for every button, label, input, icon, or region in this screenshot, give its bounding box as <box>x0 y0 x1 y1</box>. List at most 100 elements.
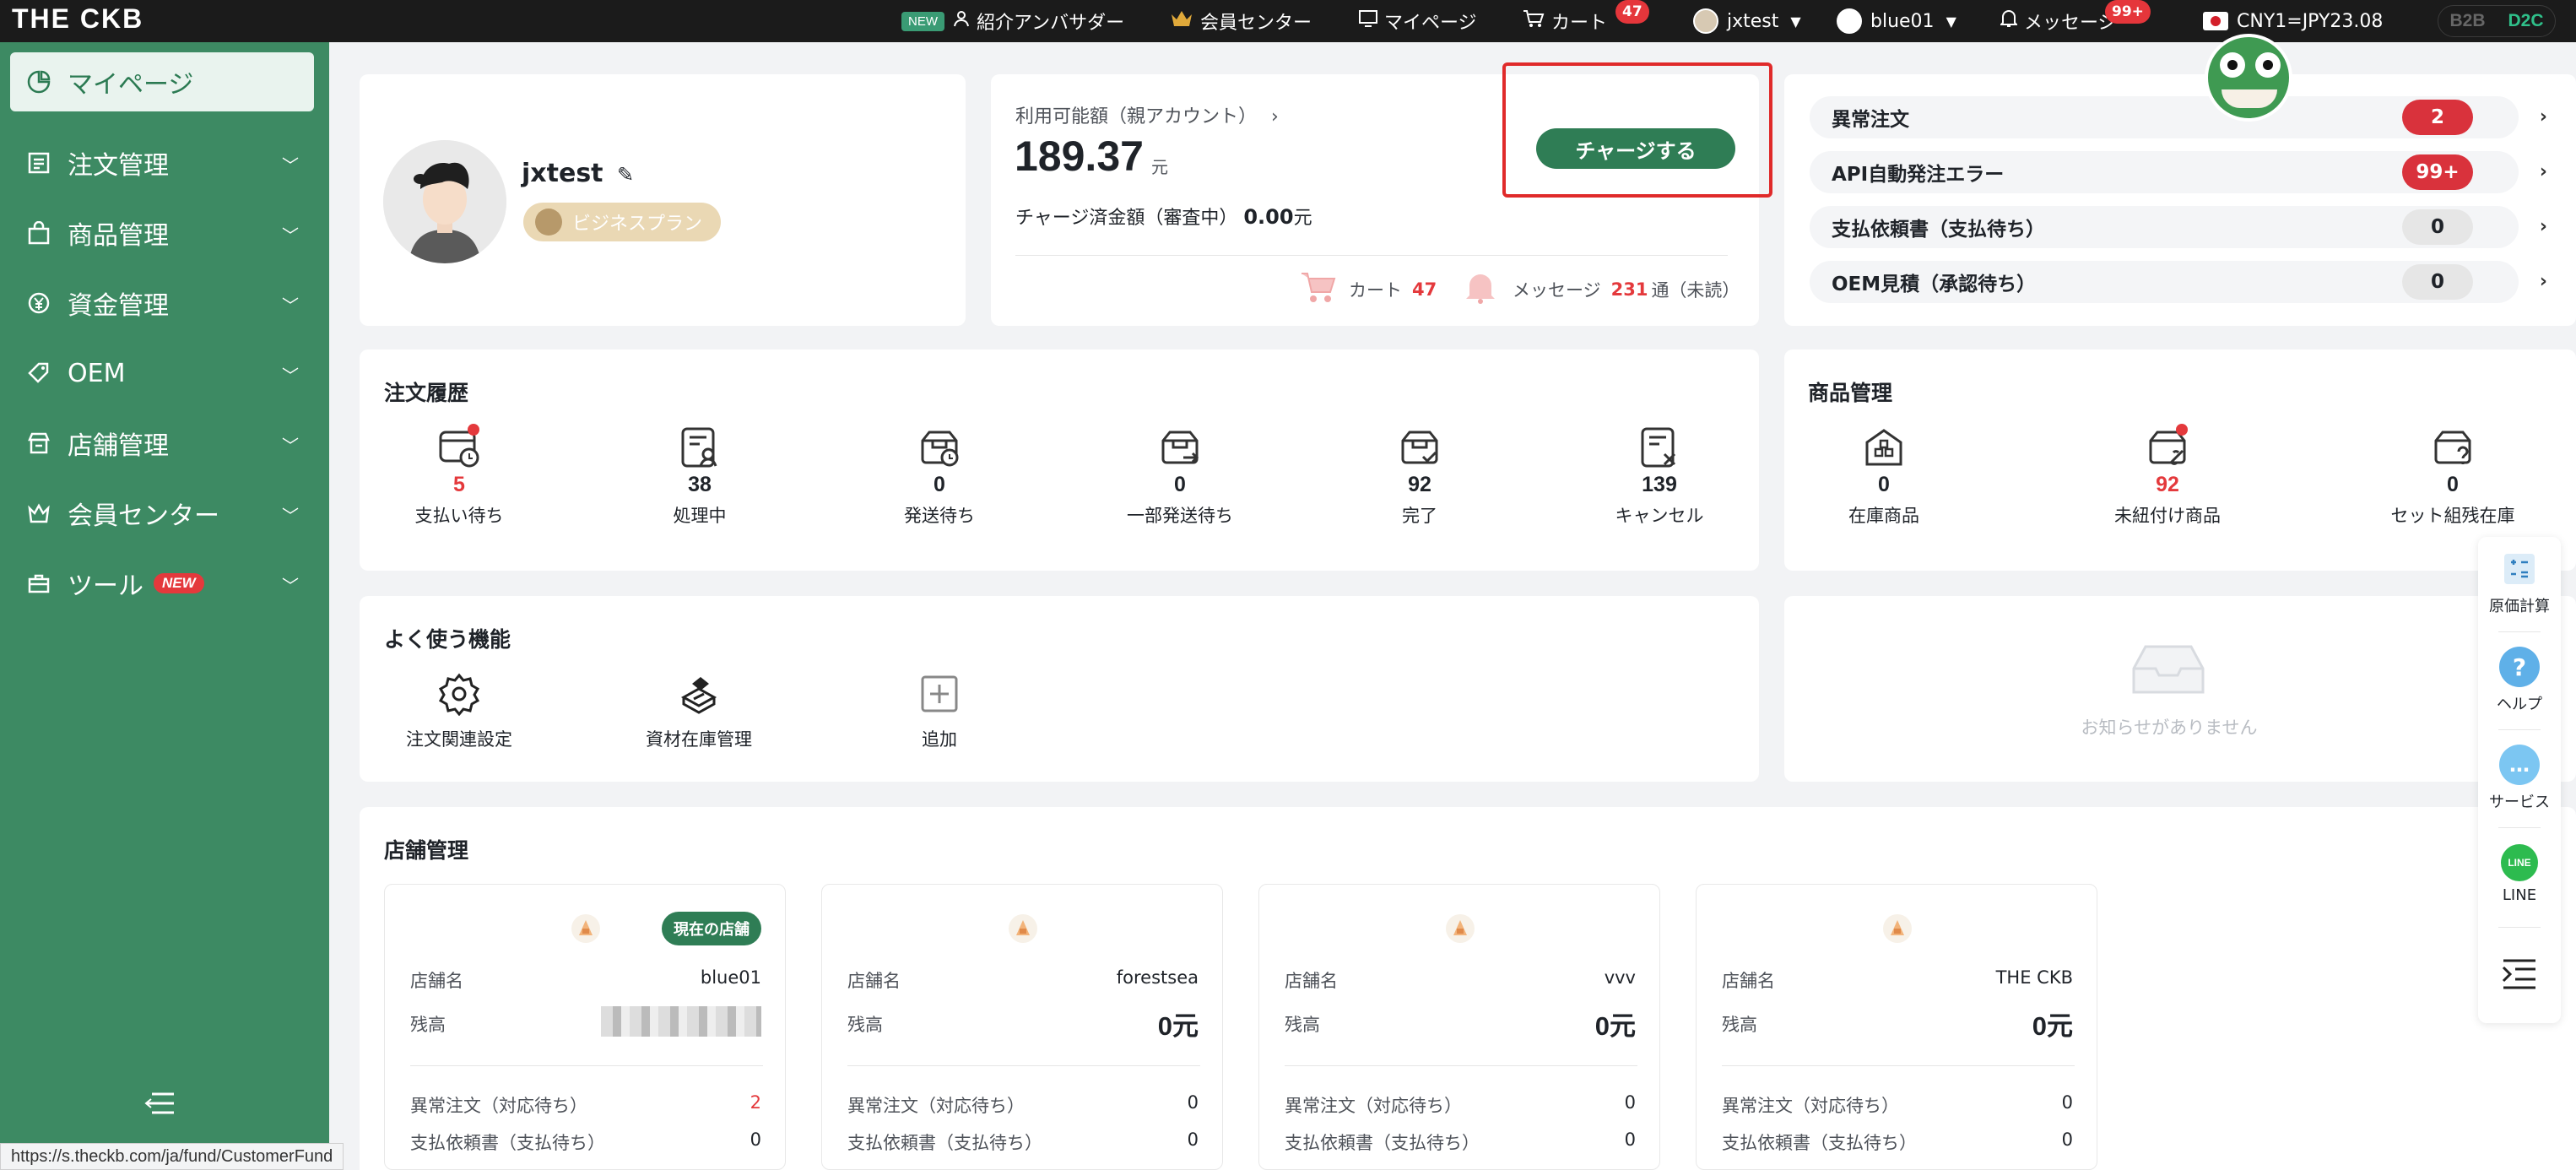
doc-x-icon <box>1637 425 1681 469</box>
order-stat-cancelled[interactable]: 139 キャンセル <box>1575 425 1744 528</box>
stat-label: 支払い待ち <box>414 506 504 526</box>
mascot-frog-avatar[interactable] <box>2205 34 2292 122</box>
user-menu[interactable]: jxtest ▼ <box>1693 0 1801 42</box>
help-button[interactable]: ? ヘルプ <box>2478 647 2561 714</box>
chevron-down-icon: ﹀ <box>282 436 299 456</box>
order-stat-awaiting-payment[interactable]: 5 支払い待ち <box>375 424 544 528</box>
sidebar-item-oem[interactable]: OEM ﹀ <box>0 344 329 403</box>
sidebar-item-products[interactable]: 商品管理 ﹀ <box>0 203 329 263</box>
member-center-link[interactable]: 会員センター <box>1170 0 1312 42</box>
store-logo-icon <box>1445 913 1475 944</box>
sidebar-item-label: 店舗管理 <box>68 431 169 461</box>
current-store-badge: 現在の店舗 <box>662 912 761 945</box>
order-stat-completed[interactable]: 92 完了 <box>1335 425 1504 528</box>
charge-button[interactable]: チャージする <box>1536 128 1735 169</box>
store-balance-row: 残高 0元 <box>1722 1011 2073 1041</box>
brand-logo[interactable]: THE CKB <box>12 3 143 35</box>
available-balance-link[interactable]: 利用可能額（親アカウント） › <box>1015 101 1279 128</box>
balance-message-link[interactable]: メッセージ 231 通（未読） <box>1464 270 1740 308</box>
cost-calculator-button[interactable]: 原価計算 <box>2478 549 2561 616</box>
exchange-rate[interactable]: CNY1=JPY23.08 <box>2203 0 2383 42</box>
messages-link[interactable]: メッセージ <box>1999 0 2117 42</box>
stat-number: 38 <box>688 473 712 496</box>
crown-icon <box>1170 9 1193 33</box>
chevron-down-icon: ﹀ <box>282 155 299 176</box>
store-abnormal-row: 異常注文（対応待ち） 0 <box>847 1092 1199 1116</box>
store-card[interactable]: 現在の店舗 店舗名 blue01 残高 異常注文（対応待ち） 2 支払依頼書（支… <box>384 884 786 1170</box>
top-bar: THE CKB NEW 紹介アンバサダー 会員センター マイページ カート 47… <box>0 0 2576 42</box>
product-stat-set-stock[interactable]: 0 セット組残在庫 <box>2368 425 2537 528</box>
alert-row-payment-requests[interactable]: 支払依頼書（支払待ち） 0 › <box>1810 206 2547 248</box>
store-card[interactable]: 店舗名 THE CKB 残高 0元 異常注文（対応待ち） 0 支払依頼書（支払待… <box>1696 884 2097 1170</box>
stat-number: 92 <box>2156 473 2179 496</box>
ambassador-link[interactable]: NEW 紹介アンバサダー <box>901 0 1124 42</box>
chevron-right-icon: › <box>2539 271 2547 292</box>
sidebar-item-tools[interactable]: ツール NEW ﹀ <box>0 554 329 613</box>
product-stat-in-stock[interactable]: 0 在庫商品 <box>1799 425 1968 528</box>
b2b-option[interactable]: B2B <box>2449 11 2485 31</box>
product-management-title: 商品管理 <box>1808 381 1893 405</box>
mypage-link[interactable]: マイページ <box>1359 0 1477 42</box>
monitor-icon <box>1359 10 1377 32</box>
store-name-row: 店舗名 vvv <box>1285 967 1636 991</box>
sidebar-item-stores[interactable]: 店舗管理 ﹀ <box>0 414 329 473</box>
product-stat-unlinked[interactable]: 92 未紐付け商品 <box>2083 424 2252 528</box>
order-stat-awaiting-shipment[interactable]: 0 発送待ち <box>855 425 1024 528</box>
store-menu[interactable]: blue01 ▼ <box>1837 0 1956 42</box>
stat-label: 一部発送待ち <box>1127 506 1233 526</box>
quick-functions-card <box>360 596 1759 782</box>
bag-icon <box>24 218 54 248</box>
stat-label: 処理中 <box>673 506 727 526</box>
help-icon: ? <box>2499 647 2540 687</box>
sidebar-collapse-icon[interactable] <box>143 1089 177 1123</box>
line-button[interactable]: LINE LINE <box>2478 844 2561 904</box>
toolbar-label: 原価計算 <box>2489 598 2550 615</box>
store-abnormal-count: 0 <box>1624 1092 1636 1113</box>
service-button[interactable]: … サービス <box>2478 745 2561 812</box>
alert-row-oem-quotes[interactable]: OEM見積（承認待ち） 0 › <box>1810 261 2547 303</box>
plan-icon <box>535 209 562 236</box>
store-name-row: 店舗名 forestsea <box>847 967 1199 991</box>
alert-row-abnormal-orders[interactable]: 異常注文 2 › <box>1810 96 2547 138</box>
b2b-d2c-toggle[interactable]: B2B D2C <box>2438 5 2556 37</box>
alert-row-api-errors[interactable]: API自動発注エラー 99+ › <box>1810 151 2547 193</box>
sidebar-item-orders[interactable]: 注文管理 ﹀ <box>0 133 329 192</box>
sidebar-item-label: マイページ <box>68 70 194 100</box>
store-balance-row: 残高 0元 <box>847 1011 1199 1041</box>
redacted-balance <box>601 1006 761 1037</box>
sidebar-item-funds[interactable]: 資金管理 ﹀ <box>0 274 329 333</box>
order-stat-partial-shipment[interactable]: 0 一部発送待ち <box>1096 425 1264 528</box>
cart-link[interactable]: カート <box>1523 0 1607 42</box>
quick-function-add[interactable]: 追加 <box>847 672 1032 751</box>
store-card[interactable]: 店舗名 forestsea 残高 0元 異常注文（対応待ち） 0 支払依頼書（支… <box>821 884 1223 1170</box>
charged-amount: チャージ済金額（審査中） 0.00元 <box>1015 203 1312 230</box>
sidebar-item-mypage[interactable]: マイページ <box>10 52 314 111</box>
store-abnormal-row: 異常注文（対応待ち） 2 <box>410 1092 761 1116</box>
chevron-right-icon: › <box>2539 216 2547 237</box>
dashboard-icon <box>24 67 54 97</box>
sidebar-item-member-center[interactable]: 会員センター ﹀ <box>0 484 329 543</box>
store-card[interactable]: 店舗名 vvv 残高 0元 異常注文（対応待ち） 0 支払依頼書（支払待ち） 0 <box>1258 884 1660 1170</box>
quick-function-order-settings[interactable]: 注文関連設定 <box>366 672 552 751</box>
quick-function-materials[interactable]: 資材在庫管理 <box>606 672 792 751</box>
box-link-icon <box>2146 424 2189 469</box>
d2c-option[interactable]: D2C <box>2508 11 2543 31</box>
charged-label: チャージ済金額（審査中） <box>1015 208 1238 229</box>
messages-count-badge: 99+ <box>2105 0 2151 24</box>
store-abnormal-count: 0 <box>1187 1092 1199 1113</box>
empty-notices-text: お知らせがありません <box>2081 718 2258 738</box>
cart-icon <box>1523 9 1545 33</box>
wallet-clock-icon <box>437 424 481 469</box>
materials-icon <box>677 672 721 716</box>
order-stat-processing[interactable]: 38 処理中 <box>615 425 784 528</box>
charged-unit: 元 <box>1293 208 1312 229</box>
balance-cart-link[interactable]: カート 47 <box>1300 270 1440 308</box>
toolbar-collapse-button[interactable] <box>2478 957 2561 995</box>
plan-badge[interactable]: ビジネスプラン <box>523 203 721 241</box>
chevron-down-icon: ﹀ <box>282 225 299 246</box>
store-payment-row: 支払依頼書（支払待ち） 0 <box>847 1129 1199 1153</box>
available-balance-unit: 元 <box>1151 157 1168 177</box>
edit-icon[interactable]: ✎ <box>617 163 634 187</box>
user-avatar <box>1693 8 1718 34</box>
alert-label: 支払依頼書（支払待ち） <box>1832 219 2045 241</box>
